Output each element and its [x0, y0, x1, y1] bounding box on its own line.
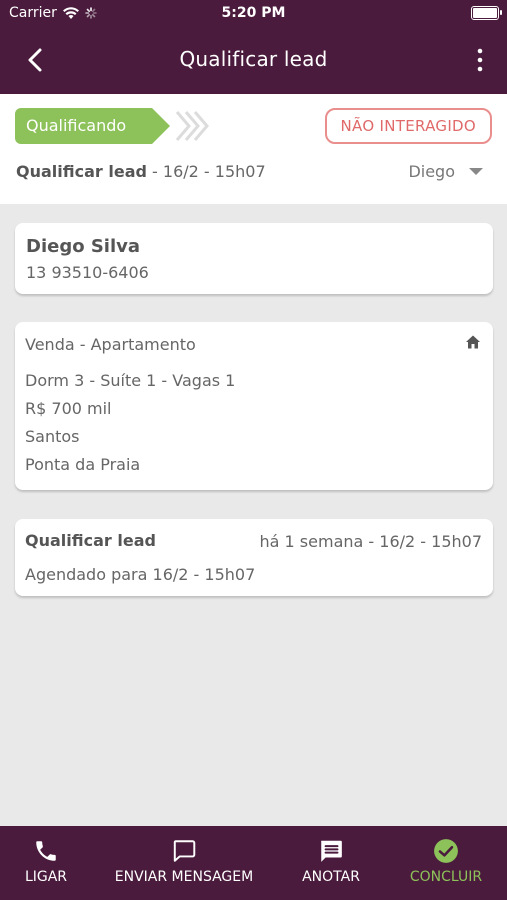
call-label: LIGAR	[24, 869, 68, 885]
conclude-button[interactable]: CONCLUIR	[400, 826, 492, 900]
activity-timestamp: há 1 semana - 16/2 - 15h07	[259, 532, 483, 551]
assignee-dropdown[interactable]: Diego	[408, 162, 483, 181]
top-bar: Carrier 5:20 PM Qualificar lead	[0, 0, 507, 94]
step-info: Qualificar lead - 16/2 - 15h07	[16, 162, 266, 181]
status-badge: NÃO INTERAGIDO	[324, 108, 492, 144]
interest-card[interactable]: Venda - Apartamento Dorm 3 - Suíte 1 - V…	[15, 322, 493, 490]
interest-rooms: Dorm 3 - Suíte 1 - Vagas 1	[25, 371, 236, 390]
step-title: Qualificar lead	[16, 162, 147, 181]
activity-card[interactable]: Qualificar lead há 1 semana - 16/2 - 15h…	[15, 519, 493, 596]
activity-title: Qualificar lead	[25, 531, 156, 550]
interest-price: R$ 700 mil	[25, 399, 112, 418]
phone-icon	[36, 841, 56, 861]
caret-down-icon	[469, 168, 483, 175]
page-title: Qualificar lead	[179, 47, 328, 71]
stage-label: Qualificando	[15, 108, 171, 144]
send-message-button[interactable]: ENVIAR MENSAGEM	[108, 826, 260, 900]
home-icon	[466, 335, 480, 349]
bottom-action-bar: LIGAR ENVIAR MENSAGEM ANOTAR CONCLUIR	[0, 826, 507, 900]
status-bar: Carrier 5:20 PM	[0, 0, 507, 28]
note-icon	[321, 840, 342, 862]
navigation-bar: Qualificar lead	[0, 28, 507, 94]
activity-scheduled: Agendado para 16/2 - 15h07	[25, 565, 256, 584]
annotate-button[interactable]: ANOTAR	[291, 826, 371, 900]
lead-header: Qualificando NÃO INTERAGIDO Qualificar l…	[0, 94, 507, 204]
check-circle-icon	[434, 839, 458, 863]
pipeline-stage: Qualificando	[15, 108, 209, 144]
contact-name: Diego Silva	[26, 236, 141, 257]
message-icon	[173, 840, 196, 862]
conclude-label: CONCLUIR	[409, 869, 483, 885]
clock: 5:20 PM	[221, 5, 286, 21]
step-datetime: - 16/2 - 15h07	[146, 162, 266, 181]
assignee-name: Diego	[408, 162, 455, 181]
stage-chevrons-icon	[175, 111, 209, 141]
interest-city: Santos	[25, 427, 80, 446]
battery-icon	[471, 6, 502, 20]
more-options-button[interactable]	[475, 47, 485, 73]
annotate-label: ANOTAR	[302, 869, 360, 885]
contact-phone: 13 93510-6406	[26, 263, 149, 282]
contact-card[interactable]: Diego Silva 13 93510-6406	[15, 223, 493, 294]
send-message-label: ENVIAR MENSAGEM	[114, 869, 254, 885]
interest-title: Venda - Apartamento	[25, 335, 196, 354]
interest-neighborhood: Ponta da Praia	[25, 455, 141, 474]
call-button[interactable]: LIGAR	[4, 826, 88, 900]
